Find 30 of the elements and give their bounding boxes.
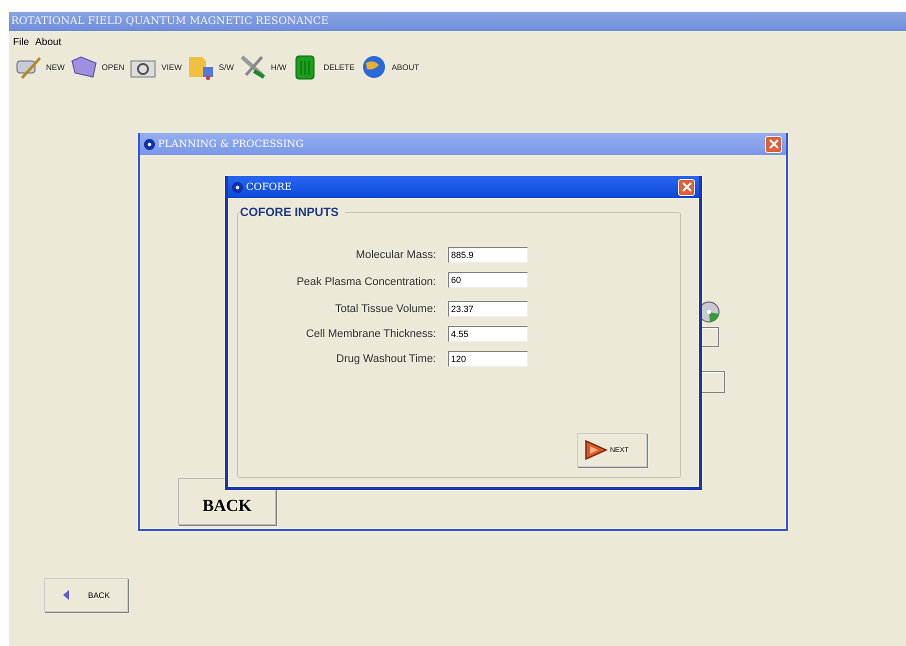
- close-icon: [682, 182, 692, 192]
- toolbar-button[interactable]: H/W: [236, 53, 288, 81]
- dialog-title: COFORE: [246, 182, 292, 192]
- toolbar-button[interactable]: ABOUT: [356, 53, 422, 81]
- dialog-title: PLANNING & PROCESSING: [158, 138, 304, 150]
- toolbar-button[interactable]: NEW: [11, 53, 67, 81]
- back-button[interactable]: BACK: [44, 578, 128, 612]
- menu-item[interactable]: About: [35, 35, 62, 49]
- input-field[interactable]: 23.37: [448, 301, 528, 317]
- toolbar-button[interactable]: VIEW: [126, 53, 184, 81]
- input-field[interactable]: 885.9: [448, 247, 528, 263]
- input-field[interactable]: 4.55: [448, 326, 528, 342]
- input-field[interactable]: 60: [448, 272, 528, 288]
- field-label: Peak Plasma Concentration:: [296, 276, 436, 288]
- input-field[interactable]: 120: [448, 351, 528, 367]
- field-label: Cell Membrane Thickness:: [304, 328, 436, 340]
- window-title: ROTATIONAL FIELD QUANTUM MAGNETIC RESONANCE: [9, 12, 906, 31]
- field-label: Drug Washout Time:: [335, 353, 436, 365]
- left-arrow-icon: [62, 590, 70, 600]
- menu-item[interactable]: File: [13, 35, 30, 49]
- field-label: Molecular Mass:: [354, 249, 436, 261]
- group-title: COFORE INPUTS: [240, 205, 345, 219]
- toolbar-button[interactable]: S/W: [184, 53, 236, 81]
- toolbar-button[interactable]: DELETE: [288, 53, 357, 81]
- close-button[interactable]: [765, 136, 782, 152]
- field-label: Total Tissue Volume:: [334, 303, 436, 315]
- close-icon: [768, 139, 778, 149]
- close-button[interactable]: [678, 178, 695, 196]
- toolbar-button[interactable]: OPEN: [66, 53, 126, 81]
- play-icon: [584, 439, 608, 461]
